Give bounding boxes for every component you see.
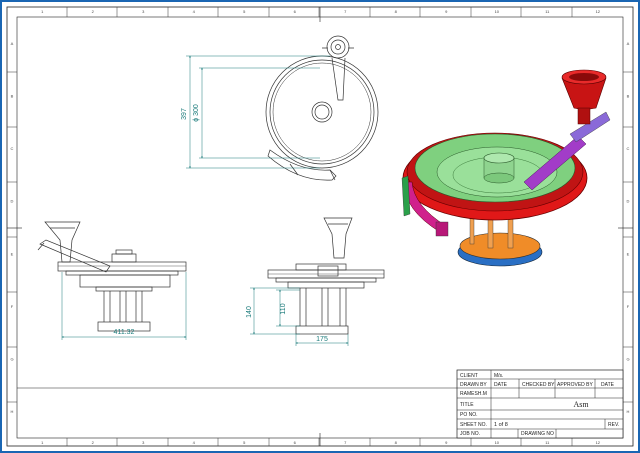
zone-label-left-C: C [11,146,14,151]
po-no-label: PO NO. [460,412,478,418]
zone-label-top-1: 1 [41,9,44,14]
zone-label-bottom-6: 6 [294,440,297,445]
zone-label-left-A: A [11,41,14,46]
drawing-no-label: DRAWING NO [521,431,554,437]
front-view [37,221,187,332]
zone-label-bottom-3: 3 [142,440,145,445]
dim-overall-height: 397 [181,108,188,120]
zone-label-right-E: E [627,251,630,256]
sheet-no-value: 1 of 8 [494,422,508,428]
job-no-label: JOB NO. [460,431,480,437]
zone-label-top-7: 7 [344,9,347,14]
zone-label-right-C: C [627,146,630,151]
side-view-dimensions [250,287,349,346]
zone-label-bottom-4: 4 [193,440,196,445]
zone-label-top-11: 11 [545,9,550,14]
zone-label-left-G: G [10,357,13,362]
date-label-1: DATE [494,382,508,388]
zone-label-right-F: F [627,304,630,309]
zone-label-right-B: B [627,93,630,98]
dim-height-140: 140 [246,306,253,318]
zone-label-top-2: 2 [92,9,95,14]
top-view-dimensions [186,55,330,169]
zone-label-right-G: G [626,357,629,362]
zone-label-right-D: D [627,199,630,204]
client-value: M/s. [494,373,503,379]
drawing-title: Asm [573,400,589,409]
zone-label-right-H: H [627,409,630,414]
zone-label-top-10: 10 [495,9,500,14]
zone-label-top-4: 4 [193,9,196,14]
title-label: TITLE [460,402,474,408]
zone-label-left-E: E [11,251,14,256]
zone-label-bottom-12: 12 [596,440,601,445]
dim-diameter: ϕ 300 [193,104,200,122]
zone-label-bottom-11: 11 [545,440,550,445]
client-label: CLIENT [460,373,478,379]
zone-label-bottom-9: 9 [445,440,448,445]
checked-by-label: CHECKED BY [522,382,555,388]
drawn-by-label: DRAWN BY [460,382,487,388]
top-view [265,35,379,181]
zone-label-top-5: 5 [243,9,246,14]
zone-label-top-6: 6 [294,9,297,14]
zone-label-top-8: 8 [395,9,398,14]
title-block [17,369,624,439]
zone-label-left-F: F [11,304,14,309]
dim-width-175: 175 [316,336,328,343]
zone-label-bottom-5: 5 [243,440,246,445]
zone-label-bottom-1: 1 [41,440,44,445]
approved-by-label: APPROVED BY [557,382,594,388]
zone-label-bottom-7: 7 [344,440,347,445]
zone-label-top-12: 12 [596,9,601,14]
zone-label-top-3: 3 [142,9,145,14]
zone-label-left-D: D [11,199,14,204]
zone-label-right-A: A [627,41,630,46]
side-view [267,217,385,335]
dim-height-110: 110 [280,303,287,314]
drawing-sheet: 112233445566778899101011111212 A AB BC CD DE… [0,0,640,453]
zone-label-left-H: H [11,409,14,414]
zone-label-left-B: B [11,93,14,98]
rev-label: REV. [608,422,619,428]
drawn-by-value: RAMESH.M [460,391,487,397]
zone-labels-side: A A B B C C D D E E F F G G H H [10,41,629,414]
date-label-2: DATE [601,382,615,388]
isometric-view [401,69,611,267]
zone-label-bottom-8: 8 [395,440,398,445]
zone-label-bottom-10: 10 [495,440,500,445]
dim-base-width: 411.32 [114,329,135,336]
zone-label-bottom-2: 2 [92,440,95,445]
zone-label-top-9: 9 [445,9,448,14]
sheet-no-label: SHEET NO. [460,422,487,428]
